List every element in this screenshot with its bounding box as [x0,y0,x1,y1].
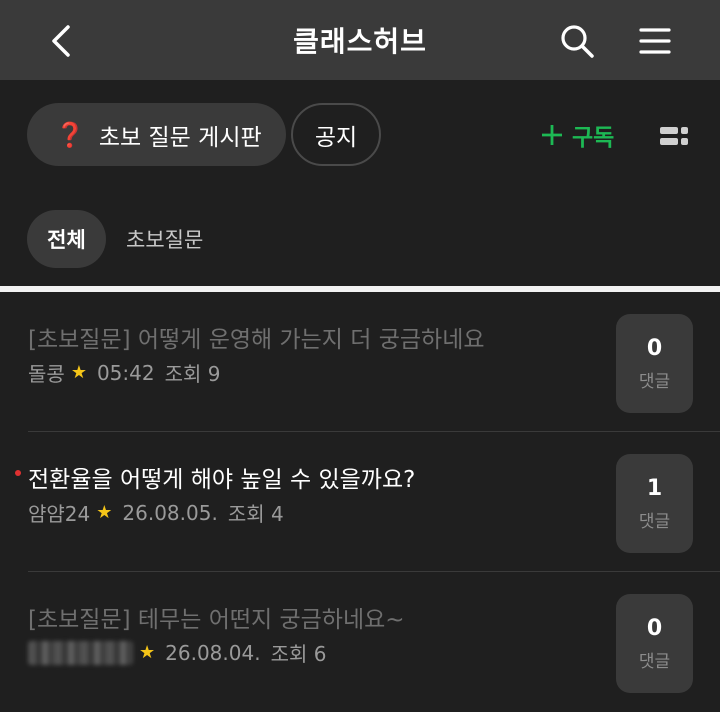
board-chip[interactable]: ❓ 초보 질문 게시판 [27,103,286,166]
notice-chip[interactable]: 공지 [291,103,381,166]
post-title: [초보질문] 테무는 어떤지 궁금하네요~ [28,607,405,633]
post-views: 조회 4 [227,502,284,526]
comment-count-box[interactable]: 0 댓글 [616,314,693,413]
view-toggle-button[interactable] [654,116,694,156]
post-author: 돌콩 [28,362,65,386]
post-views: 조회 9 [164,362,221,386]
notice-chip-label: 공지 [314,124,358,151]
comment-count-box[interactable]: 1 댓글 [616,454,693,553]
chevron-left-icon [52,25,70,57]
comment-count: 0 [646,615,663,641]
post-title: [초보질문] 어떻게 운영해 가는지 더 궁금하네요 [28,327,485,353]
search-button[interactable] [552,16,602,66]
post-title: 전환율을 어떻게 해야 높일 수 있을까요? [28,467,416,493]
grid-view-icon [660,127,688,145]
board-chip-label: 초보 질문 게시판 [98,124,262,151]
page-title: 클래스허브 [293,25,427,58]
subscribe-label: 구독 [572,125,615,151]
plus-icon [542,125,562,145]
post-author: 얌얌24 [28,502,91,526]
menu-button[interactable] [630,16,680,66]
list-item[interactable]: [초보질문] 어떻게 운영해 가는지 더 궁금하네요 돌콩 ★ 05:42 조회… [0,292,720,432]
tab-all[interactable]: 전체 [27,210,106,268]
post-meta: 돌콩 ★ 05:42 조회 9 [28,358,220,387]
comment-count: 0 [646,335,663,361]
post-time: 26.08.04. [165,640,261,665]
comment-label: 댓글 [638,511,671,532]
back-button[interactable] [36,16,86,66]
post-views: 조회 6 [270,642,327,666]
post-meta: 얌얌24 ★ 26.08.05. 조회 4 [28,498,284,527]
post-meta: ★ 26.08.04. 조회 6 [28,638,326,667]
comment-count: 1 [646,475,663,501]
post-time: 05:42 [96,360,155,385]
comment-count-box[interactable]: 0 댓글 [616,594,693,693]
subscribe-button[interactable]: 구독 [540,110,614,160]
author-blurred [28,640,133,665]
question-mark-icon: ❓ [55,120,85,149]
comment-label: 댓글 [638,651,671,672]
list-item[interactable]: [초보질문] 테무는 어떤지 궁금하네요~ ★ 26.08.04. 조회 6 0… [0,572,720,712]
post-time: 26.08.05. [122,500,218,525]
star-icon: ★ [96,502,113,523]
search-icon [561,25,594,58]
star-icon: ★ [139,642,156,663]
star-icon: ★ [70,362,87,383]
top-app-bar: 클래스허브 [0,0,720,80]
unread-indicator [15,470,21,476]
filter-tabs: 전체 초보질문 [0,190,720,286]
comment-label: 댓글 [638,371,671,392]
board-bar: ❓ 초보 질문 게시판 공지 구독 [0,80,720,190]
tab-beginner-questions[interactable]: 초보질문 [126,210,203,268]
list-item[interactable]: 전환율을 어떻게 해야 높일 수 있을까요? 얌얌24 ★ 26.08.05. … [0,432,720,572]
hamburger-menu-icon [639,28,671,54]
